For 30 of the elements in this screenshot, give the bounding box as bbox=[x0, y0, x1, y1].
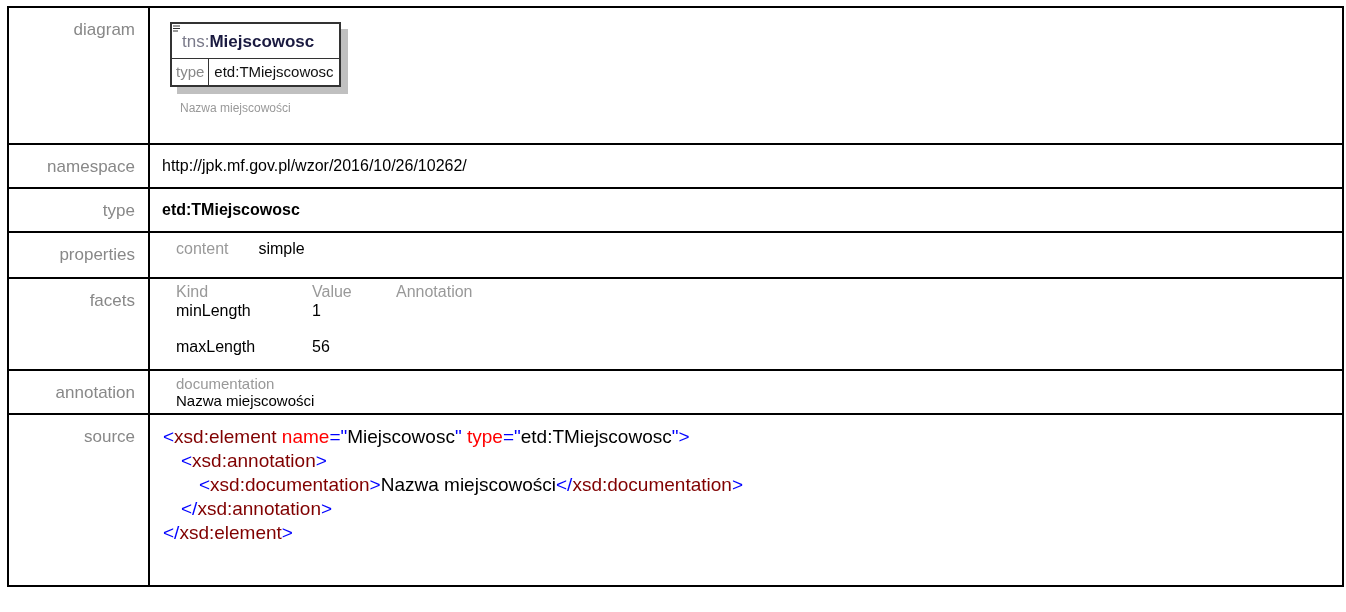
facet-column-header: Annotation bbox=[396, 283, 473, 301]
code-line: </xsd:element> bbox=[163, 521, 293, 545]
annotation-caption: Nazwa miejscowości bbox=[180, 100, 291, 117]
code-line: <xsd:annotation> bbox=[181, 449, 327, 473]
row-label: namespace bbox=[47, 157, 135, 176]
code-line: </xsd:annotation> bbox=[181, 497, 333, 521]
row-label: diagram bbox=[73, 20, 135, 39]
documentation-label: documentation bbox=[176, 375, 275, 392]
row-label: type bbox=[102, 201, 135, 220]
list-icon bbox=[173, 25, 181, 32]
code-line: <xsd:documentation>Nazwa miejscowości</xsd:documentation> bbox=[199, 473, 743, 497]
row-label: facets bbox=[89, 291, 135, 310]
type-label: type bbox=[172, 58, 210, 85]
facet-kind: maxLength bbox=[176, 337, 257, 357]
facet-column-header: Kind bbox=[176, 283, 210, 301]
facet-value: 1 bbox=[312, 301, 321, 321]
code-line: <xsd:element name="Miejscowosc" type="etd:TMiejscowosc"> bbox=[163, 425, 690, 449]
facet-value: 56 bbox=[312, 337, 330, 357]
facet-column-header: Value bbox=[312, 283, 353, 301]
row-label: properties bbox=[59, 245, 135, 264]
type-name: etd:TMiejscowosc bbox=[213, 61, 335, 82]
row-label: annotation bbox=[55, 383, 135, 402]
facet-kind: minLength bbox=[176, 301, 252, 321]
namespace-value: http://jpk.mf.gov.pl/wzor/2016/10/26/10262/ bbox=[161, 156, 468, 176]
property-name: content bbox=[176, 239, 229, 259]
element-name: tns:Miejscowosc bbox=[172, 24, 339, 59]
property-value: simple bbox=[258, 239, 305, 259]
row-label: source bbox=[83, 427, 135, 446]
documentation-text: Nazwa miejscowości bbox=[176, 392, 315, 409]
type-value: etd:TMiejscowosc bbox=[161, 200, 301, 220]
